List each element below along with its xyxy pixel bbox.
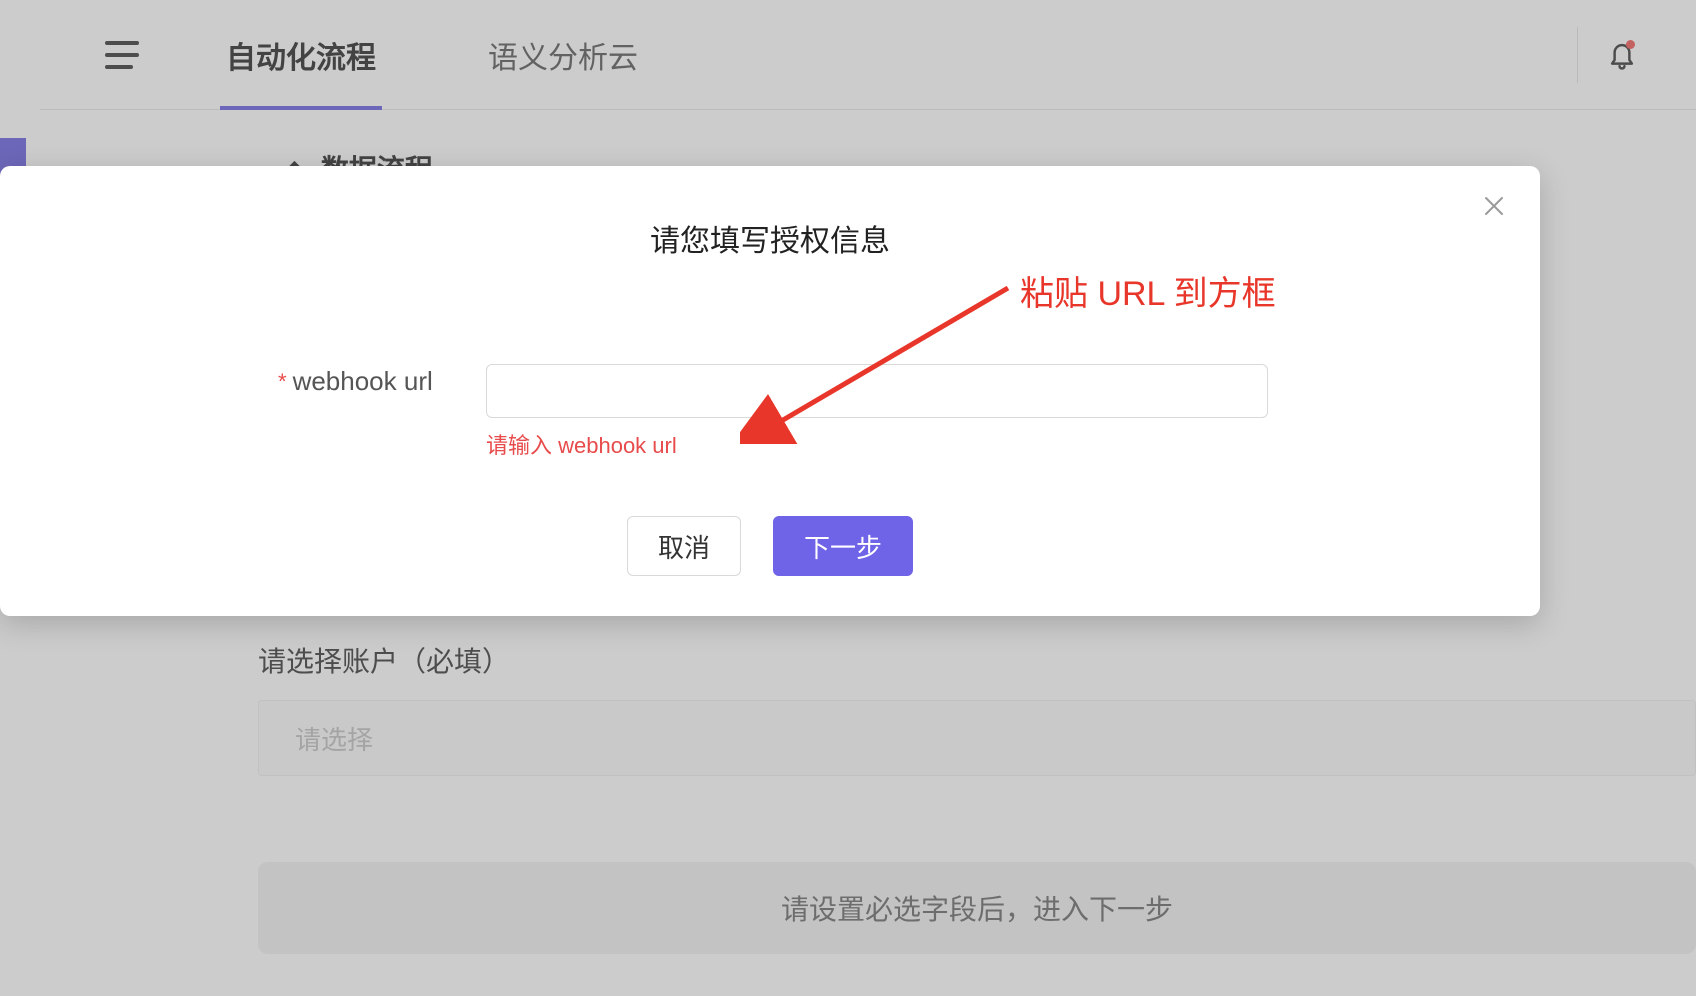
modal-title: 请您填写授权信息 [0, 216, 1540, 260]
annotation-arrow [740, 274, 1020, 444]
webhook-label-row: * webhook url [278, 366, 433, 397]
webhook-url-error: 请输入 webhook url [486, 428, 677, 460]
webhook-url-label: webhook url [293, 366, 433, 397]
webhook-url-input[interactable] [486, 364, 1268, 418]
required-star: * [278, 371, 287, 393]
annotation-text: 粘贴 URL 到方框 [1020, 266, 1276, 315]
cancel-button[interactable]: 取消 [627, 516, 741, 576]
next-button[interactable]: 下一步 [773, 516, 913, 576]
modal-actions: 取消 下一步 [0, 516, 1540, 576]
auth-info-modal: 请您填写授权信息 * webhook url 请输入 webhook url 取… [0, 166, 1540, 616]
